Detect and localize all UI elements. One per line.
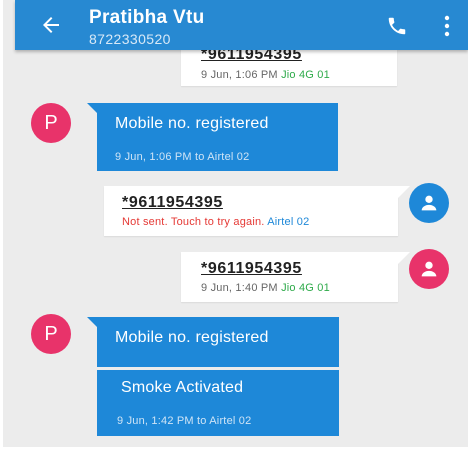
- bubble-tail: [398, 252, 410, 264]
- my-avatar[interactable]: [409, 183, 449, 223]
- bubble-tail: [398, 186, 410, 198]
- message-time: 9 Jun, 1:06 PM to Airtel 02: [115, 151, 250, 163]
- phone-icon[interactable]: [386, 15, 408, 37]
- contact-number: 8722330520: [89, 31, 171, 47]
- incoming-message[interactable]: Mobile no. registered: [97, 317, 339, 367]
- person-icon: [421, 261, 437, 277]
- message-number-link[interactable]: *9611954395: [201, 260, 302, 278]
- message-meta: 9 Jun, 1:40 PM Jio 4G 01: [201, 282, 330, 294]
- message-time: 9 Jun, 1:06 PM: [201, 69, 278, 81]
- message-text: Smoke Activated: [121, 379, 244, 396]
- contact-name[interactable]: Pratibha Vtu: [89, 7, 205, 29]
- contact-avatar[interactable]: P: [31, 103, 71, 143]
- message-text: Mobile no. registered: [115, 329, 269, 346]
- sim-label: Jio 4G 01: [281, 69, 330, 81]
- outgoing-message-failed[interactable]: *9611954395 Not sent. Touch to try again…: [104, 186, 398, 236]
- more-vertical-icon[interactable]: [443, 15, 451, 37]
- avatar-letter: P: [44, 111, 58, 134]
- my-avatar[interactable]: [409, 249, 449, 289]
- app-bar: Pratibha Vtu 8722330520: [15, 0, 468, 50]
- contact-avatar[interactable]: P: [31, 314, 71, 354]
- person-icon: [421, 195, 437, 211]
- arrow-left-icon[interactable]: [39, 13, 63, 37]
- conversation-screen: Pratibha Vtu 8722330520 *9611954395 9 Ju…: [3, 0, 468, 447]
- message-meta: 9 Jun, 1:06 PM Jio 4G 01: [201, 69, 330, 81]
- message-text: Mobile no. registered: [115, 115, 269, 132]
- outgoing-message[interactable]: *9611954395 9 Jun, 1:40 PM Jio 4G 01: [181, 252, 398, 302]
- message-number-link[interactable]: *9611954395: [122, 194, 223, 212]
- message-meta: Not sent. Touch to try again. Airtel 02: [122, 216, 309, 228]
- avatar-letter: P: [44, 322, 58, 345]
- incoming-message[interactable]: Mobile no. registered 9 Jun, 1:06 PM to …: [97, 103, 338, 171]
- sim-label: Airtel 02: [267, 216, 310, 228]
- message-time: 9 Jun, 1:42 PM to Airtel 02: [117, 415, 252, 427]
- sim-label: Jio 4G 01: [281, 282, 330, 294]
- incoming-message[interactable]: Smoke Activated 9 Jun, 1:42 PM to Airtel…: [97, 370, 339, 436]
- not-sent-status[interactable]: Not sent. Touch to try again.: [122, 216, 265, 228]
- message-time: 9 Jun, 1:40 PM: [201, 282, 278, 294]
